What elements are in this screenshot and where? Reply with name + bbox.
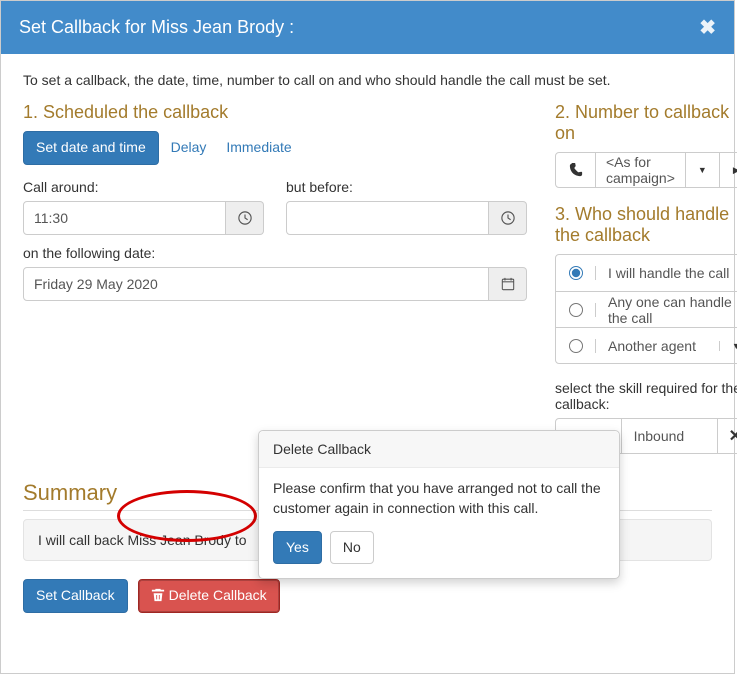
tab-immediate[interactable]: Immediate: [218, 132, 299, 164]
clock-icon[interactable]: [489, 201, 527, 235]
skill-clear-icon[interactable]: ✕: [717, 419, 737, 453]
phone-dropdown-icon[interactable]: [685, 153, 719, 187]
handler-label-self: I will handle the call: [596, 265, 737, 281]
call-around-label: Call around:: [23, 179, 264, 195]
phone-selector: <As for campaign>: [555, 152, 737, 188]
handler-label-anyone: Any one can handle the call: [596, 294, 737, 326]
handler-options: I will handle the call Any one can handl…: [555, 254, 737, 364]
tab-delay[interactable]: Delay: [163, 132, 215, 164]
close-icon[interactable]: ✖: [699, 15, 716, 40]
intro-text: To set a callback, the date, time, numbe…: [23, 72, 712, 88]
confirm-yes-button[interactable]: Yes: [273, 531, 322, 565]
call-around-input[interactable]: [23, 201, 226, 235]
handler-label-agent: Another agent: [596, 338, 719, 354]
handler-radio-agent[interactable]: [569, 339, 583, 353]
skill-label: select the skill required for the callba…: [555, 380, 737, 412]
delete-confirm-popover: Delete Callback Please confirm that you …: [258, 430, 620, 579]
set-callback-button[interactable]: Set Callback: [23, 579, 128, 613]
modal-title: Set Callback for Miss Jean Brody :: [19, 17, 294, 38]
phone-value: <As for campaign>: [596, 153, 685, 187]
footer-buttons: Set Callback Delete Callback: [23, 579, 712, 613]
number-heading: 2. Number to callback on: [555, 102, 737, 144]
phone-play-icon[interactable]: [719, 153, 737, 187]
date-label: on the following date:: [23, 245, 527, 261]
handler-agent-dropdown-icon[interactable]: [719, 341, 737, 351]
handler-option-anyone[interactable]: Any one can handle the call: [556, 291, 737, 327]
calendar-icon[interactable]: [489, 267, 527, 301]
tab-set-date-time[interactable]: Set date and time: [23, 131, 159, 165]
trash-icon: [151, 588, 165, 602]
handler-heading: 3. Who should handle the callback: [555, 204, 737, 246]
clock-icon[interactable]: [226, 201, 264, 235]
date-input[interactable]: [23, 267, 489, 301]
modal-header: Set Callback for Miss Jean Brody : ✖: [1, 1, 734, 54]
handler-option-self[interactable]: I will handle the call: [556, 255, 737, 291]
modal-body: To set a callback, the date, time, numbe…: [1, 54, 734, 673]
skill-value: Inbound: [622, 419, 717, 453]
schedule-heading: 1. Scheduled the callback: [23, 102, 527, 123]
but-before-label: but before:: [286, 179, 527, 195]
handler-radio-anyone[interactable]: [569, 303, 583, 317]
handler-radio-self[interactable]: [569, 266, 583, 280]
delete-callback-button[interactable]: Delete Callback: [138, 579, 280, 613]
delete-callback-label: Delete Callback: [169, 587, 267, 603]
popover-title: Delete Callback: [259, 431, 619, 468]
but-before-input[interactable]: [286, 201, 489, 235]
popover-body: Please confirm that you have arranged no…: [273, 478, 605, 519]
handler-option-agent[interactable]: Another agent: [556, 327, 737, 363]
phone-icon: [556, 153, 596, 187]
schedule-tabs: Set date and time Delay Immediate: [23, 131, 527, 165]
confirm-no-button[interactable]: No: [330, 531, 374, 565]
